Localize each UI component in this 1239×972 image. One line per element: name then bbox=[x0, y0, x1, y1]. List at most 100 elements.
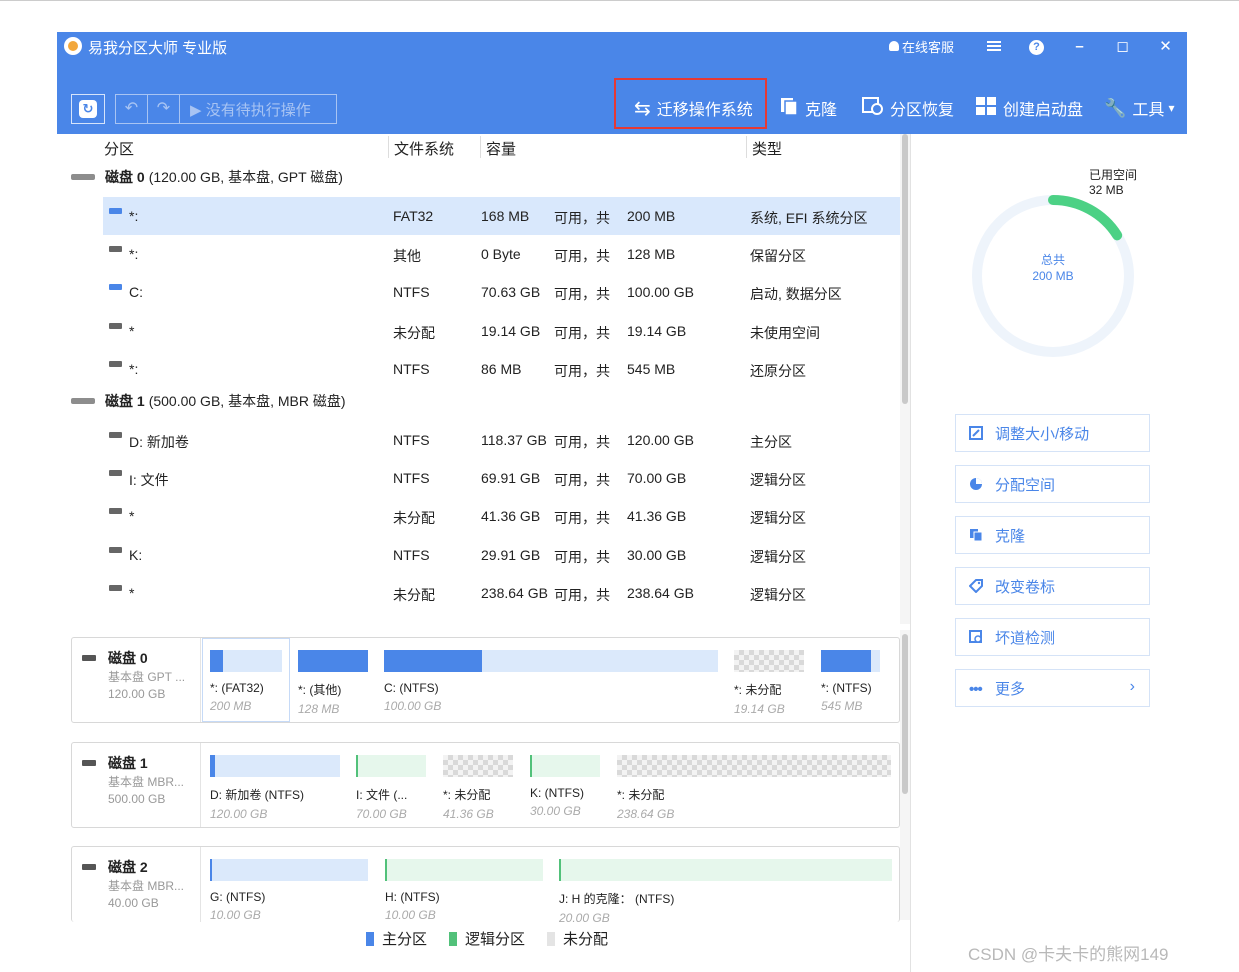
partition-segment[interactable]: G: (NTFS) 10.00 GB bbox=[210, 859, 368, 922]
partition-segment[interactable]: H: (NTFS) 10.00 GB bbox=[385, 859, 543, 922]
partition-type: 未使用空间 bbox=[750, 324, 820, 341]
list-scrollbar[interactable] bbox=[900, 134, 910, 624]
partition-segment[interactable]: *: 未分配 41.36 GB bbox=[443, 755, 513, 821]
partition-avail-text: 可用，共 bbox=[554, 586, 610, 603]
partition-row[interactable]: C: NTFS 70.63 GB 可用，共 100.00 GB 启动, 数据分区 bbox=[103, 273, 900, 311]
help-button[interactable]: ? bbox=[1015, 37, 1058, 55]
segment-label: D: 新加卷 (NTFS) bbox=[210, 788, 304, 802]
partition-label: D: 新加卷 bbox=[129, 434, 189, 450]
partition-filesystem: 其他 bbox=[393, 248, 421, 265]
windows-icon bbox=[975, 96, 997, 121]
partition-row[interactable]: *: 其他 0 Byte 可用，共 128 MB 保留分区 bbox=[103, 235, 900, 273]
segment-label: C: (NTFS) bbox=[384, 681, 439, 695]
partition-segment[interactable]: *: (FAT32) 200 MB bbox=[202, 638, 290, 722]
drive-icon bbox=[109, 584, 122, 591]
redo-button[interactable]: ↷ bbox=[148, 95, 180, 123]
segment-used-fill bbox=[300, 650, 368, 672]
resize-move-button[interactable]: 调整大小/移动 bbox=[955, 414, 1150, 452]
disk-map[interactable]: 磁盘 2 基本盘 MBR... 40.00 GB G: (NTFS) 10.00 GB H… bbox=[71, 846, 900, 925]
partition-total: 128 MB bbox=[627, 246, 676, 263]
resize-icon bbox=[969, 426, 983, 440]
disk-map-info: 磁盘 1 基本盘 MBR... 500.00 GB bbox=[72, 743, 201, 827]
partition-segment[interactable]: *: 未分配 19.14 GB bbox=[734, 650, 804, 716]
refresh-button[interactable]: ↻ bbox=[71, 94, 105, 124]
change-label-button[interactable]: 改变卷标 bbox=[955, 567, 1150, 605]
create-boot-disk-button[interactable]: 创建启动盘 bbox=[975, 93, 1083, 123]
partition-total: 238.64 GB bbox=[627, 584, 694, 601]
segment-usage-bar bbox=[530, 755, 600, 777]
tools-label: 工具 bbox=[1132, 102, 1165, 119]
partition-filesystem: NTFS bbox=[393, 470, 430, 487]
col-filesystem[interactable]: 文件系统 bbox=[394, 138, 454, 159]
disk-map[interactable]: 磁盘 0 基本盘 GPT ... 120.00 GB *: (FAT32) 200 MB… bbox=[71, 637, 900, 723]
column-header: 分区 文件系统 容量 类型 bbox=[57, 134, 900, 160]
map-scrollbar[interactable] bbox=[900, 630, 910, 920]
disk-header-row[interactable]: 磁盘 1 (500.00 GB, 基本盘, MBR 磁盘) bbox=[71, 388, 346, 414]
scroll-thumb[interactable] bbox=[902, 134, 908, 404]
menu-button[interactable] bbox=[972, 38, 1015, 55]
col-type[interactable]: 类型 bbox=[752, 138, 782, 159]
partition-avail-text: 可用，共 bbox=[554, 362, 610, 379]
disk-map[interactable]: 磁盘 1 基本盘 MBR... 500.00 GB D: 新加卷 (NTFS) 120.… bbox=[71, 742, 900, 828]
disk-name: 磁盘 0 bbox=[105, 169, 145, 185]
partition-row[interactable]: * 未分配 238.64 GB 可用，共 238.64 GB 逻辑分区 bbox=[103, 574, 900, 612]
col-partition[interactable]: 分区 bbox=[104, 138, 134, 159]
partition-segment[interactable]: J: H 的克隆： (NTFS) 20.00 GB bbox=[559, 859, 892, 925]
allocate-space-button[interactable]: 分配空间 bbox=[955, 465, 1150, 503]
partition-row[interactable]: K: NTFS 29.91 GB 可用，共 30.00 GB 逻辑分区 bbox=[103, 536, 900, 574]
partition-row[interactable]: I: 文件 NTFS 69.91 GB 可用，共 70.00 GB 逻辑分区 bbox=[103, 459, 900, 497]
partition-label: I: 文件 bbox=[129, 472, 169, 489]
partition-segment[interactable]: *: (其他) 128 MB bbox=[298, 650, 368, 716]
disk-header-row[interactable]: 磁盘 0 (120.00 GB, 基本盘, GPT 磁盘) bbox=[71, 164, 343, 190]
partition-type: 逻辑分区 bbox=[750, 548, 806, 565]
partition-row[interactable]: *: NTFS 86 MB 可用，共 545 MB 还原分区 bbox=[103, 350, 900, 388]
partition-segment[interactable]: D: 新加卷 (NTFS) 120.00 GB bbox=[210, 755, 340, 821]
minimize-button[interactable]: – bbox=[1058, 38, 1101, 55]
pending-ops-button[interactable]: ▶ 没有待执行操作 bbox=[180, 99, 311, 120]
partition-segment[interactable]: K: (NTFS) 30.00 GB bbox=[530, 755, 600, 818]
copy-icon bbox=[969, 528, 983, 542]
partition-segment[interactable]: I: 文件 (... 70.00 GB bbox=[356, 755, 426, 821]
segment-usage-bar bbox=[384, 650, 718, 672]
chevron-right-icon: › bbox=[1129, 678, 1135, 695]
segment-size: 70.00 GB bbox=[356, 807, 407, 821]
partition-row[interactable]: D: 新加卷 NTFS 118.37 GB 可用，共 120.00 GB 主分区 bbox=[103, 421, 900, 459]
partition-segment[interactable]: *: 未分配 238.64 GB bbox=[617, 755, 891, 821]
partition-recovery-button[interactable]: 分区恢复 bbox=[862, 93, 954, 123]
segment-label: *: 未分配 bbox=[443, 788, 491, 802]
partition-label: C: bbox=[129, 284, 143, 301]
clone-action-button[interactable]: 克隆 bbox=[955, 516, 1150, 554]
online-service-link[interactable]: 在线客服 bbox=[888, 37, 954, 56]
partition-total: 545 MB bbox=[627, 360, 676, 377]
partition-avail-text: 可用，共 bbox=[554, 324, 610, 341]
segment-size: 20.00 GB bbox=[559, 911, 610, 925]
question-icon: ? bbox=[1029, 40, 1044, 55]
partition-free: 238.64 GB bbox=[481, 584, 548, 601]
segment-usage-bar bbox=[356, 755, 426, 777]
tools-menu[interactable]: 🔧 工具 ▾ bbox=[1104, 93, 1174, 123]
partition-type: 逻辑分区 bbox=[750, 586, 806, 603]
more-button[interactable]: ••• 更多 › bbox=[955, 669, 1150, 707]
panel-divider bbox=[910, 134, 911, 972]
partition-row[interactable]: * 未分配 19.14 GB 可用，共 19.14 GB 未使用空间 bbox=[103, 312, 900, 350]
partition-segment[interactable]: *: (NTFS) 545 MB bbox=[821, 650, 880, 713]
scroll-thumb[interactable] bbox=[902, 634, 908, 794]
col-capacity[interactable]: 容量 bbox=[486, 138, 516, 159]
partition-segment[interactable]: C: (NTFS) 100.00 GB bbox=[384, 650, 718, 713]
segment-usage-bar bbox=[559, 859, 892, 881]
maximize-button[interactable]: ◻ bbox=[1101, 37, 1144, 55]
undo-button[interactable]: ↶ bbox=[116, 95, 148, 123]
clone-button[interactable]: 克隆 bbox=[779, 93, 837, 123]
partition-free: 19.14 GB bbox=[481, 322, 541, 339]
disk-icon bbox=[82, 760, 96, 766]
legend-logical: 逻辑分区 bbox=[449, 928, 525, 949]
segment-usage-bar bbox=[210, 755, 340, 777]
disk-map-name: 磁盘 0 bbox=[108, 650, 148, 666]
bad-sector-check-button[interactable]: 坏道检测 bbox=[955, 618, 1150, 656]
partition-row[interactable]: * 未分配 41.36 GB 可用，共 41.36 GB 逻辑分区 bbox=[103, 497, 900, 535]
partition-row[interactable]: *: FAT32 168 MB 可用，共 200 MB 系统, EFI 系统分区 bbox=[103, 197, 900, 235]
partition-free: 41.36 GB bbox=[481, 508, 541, 525]
partition-free: 70.63 GB bbox=[481, 284, 541, 301]
partition-type: 系统, EFI 系统分区 bbox=[750, 210, 868, 226]
close-button[interactable]: ✕ bbox=[1144, 37, 1187, 55]
